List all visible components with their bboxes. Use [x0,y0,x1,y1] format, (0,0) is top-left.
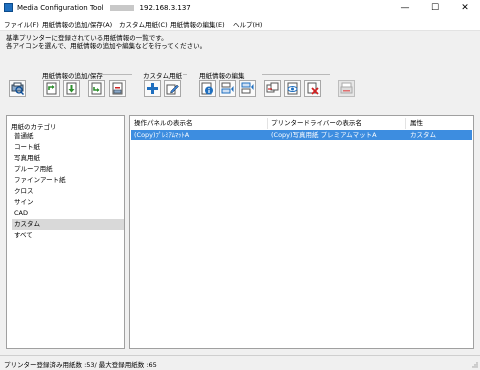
edit-custom-icon [166,84,179,95]
cell-driver-name: (Copy)写真用紙 プレミアムマットA [271,131,377,139]
column-header-attribute[interactable]: 属性 [410,118,423,129]
menu-custom-media[interactable]: カスタム用紙(C) [119,19,168,29]
printer-address: 192.168.3.137 [139,4,191,12]
category-item-sign[interactable]: サイン [14,197,124,208]
group-label-custom: カスタム用紙 [143,72,182,80]
menu-file[interactable]: ファイル(F) [4,19,39,29]
category-item-cad[interactable]: CAD [14,208,124,219]
group-label-edit: 用紙情報の編集 [199,72,245,80]
printer-search-icon [11,82,24,95]
menu-add-save[interactable]: 用紙情報の追加/保存(A) [42,19,112,29]
status-text: プリンター登録済み用紙数 :53/ 最大登録用紙数 :65 [4,361,157,369]
move-down-icon [241,82,254,94]
group-divider [100,74,132,75]
printer-disabled-icon [340,82,353,94]
category-item-coated[interactable]: コート紙 [14,142,124,153]
column-header-panel-name[interactable]: 操作パネルの表示名 [134,118,193,129]
category-item-proof[interactable]: プルーフ用紙 [14,164,124,175]
status-bar: プリンター登録済み用紙数 :53/ 最大登録用紙数 :65 [0,355,480,370]
category-list-header: 用紙のカテゴリ [11,123,57,131]
move-down-button[interactable] [239,80,256,97]
view-button[interactable] [284,80,301,97]
delete-from-printer-icon [112,82,123,95]
edit-custom-media-button[interactable] [164,80,181,97]
download-icon [66,82,77,95]
save-to-printer-button[interactable] [88,80,105,97]
window-title: Media Configuration Tool 192.168.3.137 [17,4,191,12]
delete-from-printer-button[interactable] [109,80,126,97]
category-item-fine-art[interactable]: ファインアート紙 [14,175,124,186]
description: 基準プリンターに登録されている用紙情報の一覧です。 各アイコンを選んで、用紙情報… [6,34,206,50]
view-icon [287,82,298,95]
cell-panel-name: (Copy)ﾌﾟﾚﾐｱﾑﾏｯﾄA [134,131,190,139]
copy-icon [266,82,279,93]
add-from-printer-icon [46,82,57,95]
column-separator[interactable] [405,118,406,129]
menu-bar: ファイル(F) 用紙情報の追加/保存(A) カスタム用紙(C) 用紙情報の編集(… [0,17,480,31]
move-up-icon [221,82,234,94]
add-custom-media-button[interactable] [144,80,161,97]
description-line-1: 基準プリンターに登録されている用紙情報の一覧です。 [6,34,168,42]
close-button[interactable]: ✕ [450,0,480,17]
menu-help[interactable]: ヘルプ(H) [233,19,262,29]
printer-search-button[interactable] [9,80,26,97]
category-item-plain[interactable]: 普通紙 [14,131,124,142]
column-separator[interactable] [267,118,268,129]
category-item-photo[interactable]: 写真用紙 [14,153,124,164]
group-label-add-save: 用紙情報の追加/保存 [42,72,103,80]
resize-grip-icon[interactable] [470,360,478,368]
delete-icon [307,82,319,95]
maximize-button[interactable]: ☐ [420,0,450,17]
category-list[interactable]: 用紙のカテゴリ 普通紙 コート紙 写真用紙 プルーフ用紙 ファインアート紙 クロ… [6,115,125,349]
app-title: Media Configuration Tool [17,4,104,12]
app-icon [4,3,13,12]
category-item-cloth[interactable]: クロス [14,186,124,197]
title-bar: Media Configuration Tool 192.168.3.137 — … [0,0,480,17]
info-button[interactable] [199,80,216,97]
category-item-all[interactable]: すべて [14,230,124,241]
download-button[interactable] [63,80,80,97]
cell-attribute: カスタム [410,131,436,139]
column-header-driver-name[interactable]: プリンタードライバーの表示名 [271,118,362,129]
add-from-printer-button[interactable] [43,80,60,97]
category-item-custom[interactable]: カスタム [12,219,124,230]
description-line-2: 各アイコンを選んで、用紙情報の追加や編集などを行ってください。 [6,42,207,50]
group-divider [262,74,330,75]
minimize-button[interactable]: — [390,0,420,17]
media-list[interactable]: 操作パネルの表示名 プリンタードライバーの表示名 属性 (Copy)ﾌﾟﾚﾐｱﾑ… [129,115,474,349]
move-up-button[interactable] [219,80,236,97]
group-divider [183,74,187,75]
table-row[interactable]: (Copy)ﾌﾟﾚﾐｱﾑﾏｯﾄA (Copy)写真用紙 プレミアムマットA カス… [131,130,472,140]
redacted-printer-name [109,5,134,11]
copy-button[interactable] [264,80,281,97]
delete-button[interactable] [304,80,321,97]
menu-edit-media[interactable]: 用紙情報の編集(E) [170,19,225,29]
printer-button-disabled [338,80,355,97]
add-custom-icon [147,83,158,94]
save-to-printer-icon [91,82,102,95]
info-icon [201,82,213,95]
